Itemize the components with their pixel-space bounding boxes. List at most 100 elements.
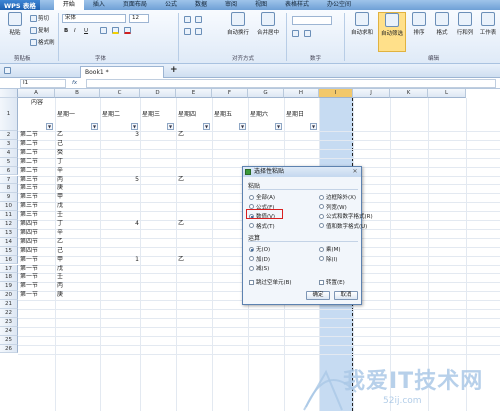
tab-book1[interactable]: Book1 * — [80, 66, 164, 78]
menu-tab-6[interactable]: 视图 — [246, 0, 276, 10]
menu-tab-4[interactable]: 数据 — [186, 0, 216, 10]
cell-b20[interactable]: 庚 — [57, 291, 99, 299]
row-header[interactable]: 25 — [0, 335, 18, 345]
row-header[interactable]: 21 — [0, 300, 18, 309]
cancel-button[interactable]: 取消 — [334, 291, 358, 300]
currency-button[interactable] — [292, 30, 299, 37]
cell-a8[interactable]: 第三节 — [20, 184, 54, 192]
cell-d1[interactable]: 星期三 — [142, 111, 175, 119]
cell-c1[interactable]: 星期二 — [102, 111, 139, 119]
row-header[interactable]: 3 — [0, 139, 18, 149]
filter-dropdown-icon[interactable]: ▼ — [275, 123, 282, 130]
op-left-radio-2[interactable]: 减(S) — [249, 264, 269, 272]
column-header-f[interactable]: F — [212, 89, 248, 98]
menu-tab-3[interactable]: 公式 — [156, 0, 186, 10]
fx-icon[interactable]: fx — [72, 80, 77, 86]
cell-b18[interactable]: 壬 — [57, 273, 99, 281]
cell-b10[interactable]: 戊 — [57, 202, 99, 210]
row-header[interactable]: 22 — [0, 309, 18, 318]
cell-a4[interactable]: 第二节 — [20, 149, 54, 157]
font-size-select[interactable]: 12 — [129, 14, 149, 23]
cell-h1[interactable]: 星期日 — [286, 111, 318, 119]
cell-b1[interactable]: 星期一 — [57, 111, 99, 119]
cell-a19[interactable]: 第一节 — [20, 282, 54, 290]
filter-dropdown-icon[interactable]: ▼ — [91, 123, 98, 130]
filter-dropdown-icon[interactable]: ▼ — [46, 123, 53, 130]
cell-a5[interactable]: 第二节 — [20, 158, 54, 166]
cell-f1[interactable]: 星期五 — [214, 111, 247, 119]
close-icon[interactable]: ✕ — [351, 168, 359, 176]
font-name-select[interactable]: 宋体 — [62, 14, 126, 23]
autosum-button[interactable]: 自动求和 — [348, 12, 376, 52]
column-header-i[interactable]: I — [319, 89, 353, 98]
filter-dropdown-icon[interactable]: ▼ — [239, 123, 246, 130]
cell-a1[interactable]: 内容 — [20, 99, 54, 107]
paste-right-radio-1[interactable]: 列宽(W) — [319, 203, 347, 211]
select-all-corner[interactable] — [0, 89, 18, 98]
number-format-select[interactable] — [292, 16, 332, 25]
transpose-checkbox[interactable]: 转置(E) — [319, 278, 345, 286]
cell-g1[interactable]: 星期六 — [250, 111, 283, 119]
column-header-j[interactable]: J — [353, 89, 390, 98]
border-button[interactable] — [100, 27, 107, 34]
autofilter-button[interactable]: 自动筛选 — [378, 12, 406, 52]
op-left-radio-0[interactable]: 无(O) — [249, 245, 270, 253]
ok-button[interactable]: 确定 — [306, 291, 330, 300]
rowcol-button[interactable]: 行和列 — [454, 12, 476, 52]
menu-tab-7[interactable]: 表格样式 — [276, 0, 318, 10]
row-header[interactable]: 4 — [0, 148, 18, 158]
cell-a7[interactable]: 第三节 — [20, 176, 54, 184]
name-box[interactable]: I1 — [20, 79, 66, 88]
cell-b17[interactable]: 戊 — [57, 265, 99, 273]
row-header[interactable]: 12 — [0, 220, 18, 229]
column-header-b[interactable]: B — [55, 89, 100, 98]
cell-a17[interactable]: 第一节 — [20, 265, 54, 273]
row-header[interactable]: 10 — [0, 202, 18, 212]
row-header[interactable]: 14 — [0, 237, 18, 247]
row-header[interactable]: 13 — [0, 228, 18, 238]
row-header[interactable]: 8 — [0, 184, 18, 194]
percent-button[interactable] — [304, 30, 311, 37]
cell-b16[interactable]: 甲 — [57, 256, 99, 264]
row-header[interactable]: 23 — [0, 317, 18, 327]
align-left-button[interactable] — [184, 28, 191, 35]
cell-b3[interactable]: 己 — [57, 140, 99, 148]
cell-a14[interactable]: 第四节 — [20, 238, 54, 246]
op-right-radio-0[interactable]: 乘(M) — [319, 245, 341, 253]
format-button[interactable]: 格式 — [432, 12, 452, 52]
row-header[interactable]: 18 — [0, 273, 18, 283]
cell-e1[interactable]: 星期四 — [178, 111, 211, 119]
app-menu-button[interactable]: WPS 表格 — [0, 0, 40, 10]
cell-a15[interactable]: 第四节 — [20, 247, 54, 255]
row-header[interactable]: 6 — [0, 166, 18, 176]
menu-tab-0[interactable]: 开始 — [53, 0, 84, 10]
paste-left-radio-0[interactable]: 全部(A) — [249, 193, 275, 201]
cell-b5[interactable]: 丁 — [57, 158, 99, 166]
cell-b8[interactable]: 庚 — [57, 184, 99, 192]
cell-c2[interactable]: 3 — [102, 131, 139, 139]
cell-c16[interactable]: 1 — [102, 256, 139, 264]
cell-e2[interactable]: 乙 — [178, 131, 211, 139]
cell-b7[interactable]: 丙 — [57, 176, 99, 184]
underline-button[interactable]: U — [84, 28, 88, 34]
worksheet-button[interactable]: 工作表 — [476, 12, 500, 52]
cell-b15[interactable]: 己 — [57, 247, 99, 255]
row-header[interactable]: 20 — [0, 291, 18, 301]
cell-a6[interactable]: 第二节 — [20, 167, 54, 175]
cell-a16[interactable]: 第一节 — [20, 256, 54, 264]
skip-blanks-checkbox[interactable]: 跳过空单元(B) — [249, 278, 292, 286]
home-tab-icon[interactable] — [4, 67, 11, 74]
op-right-radio-1[interactable]: 除(I) — [319, 255, 337, 263]
cell-b14[interactable]: 乙 — [57, 238, 99, 246]
menu-tab-2[interactable]: 页面布局 — [114, 0, 156, 10]
cell-a9[interactable]: 第三节 — [20, 193, 54, 201]
row-header[interactable]: 7 — [0, 175, 18, 185]
wrap-text-button[interactable]: 自动换行 — [224, 12, 252, 52]
cell-e12[interactable]: 乙 — [178, 220, 211, 228]
row-header[interactable]: 1 — [0, 98, 18, 131]
fill-color-button[interactable] — [112, 27, 119, 34]
cell-a20[interactable]: 第一节 — [20, 291, 54, 299]
menu-tab-1[interactable]: 插入 — [84, 0, 114, 10]
cell-c7[interactable]: 5 — [102, 176, 139, 184]
cell-a13[interactable]: 第四节 — [20, 229, 54, 237]
